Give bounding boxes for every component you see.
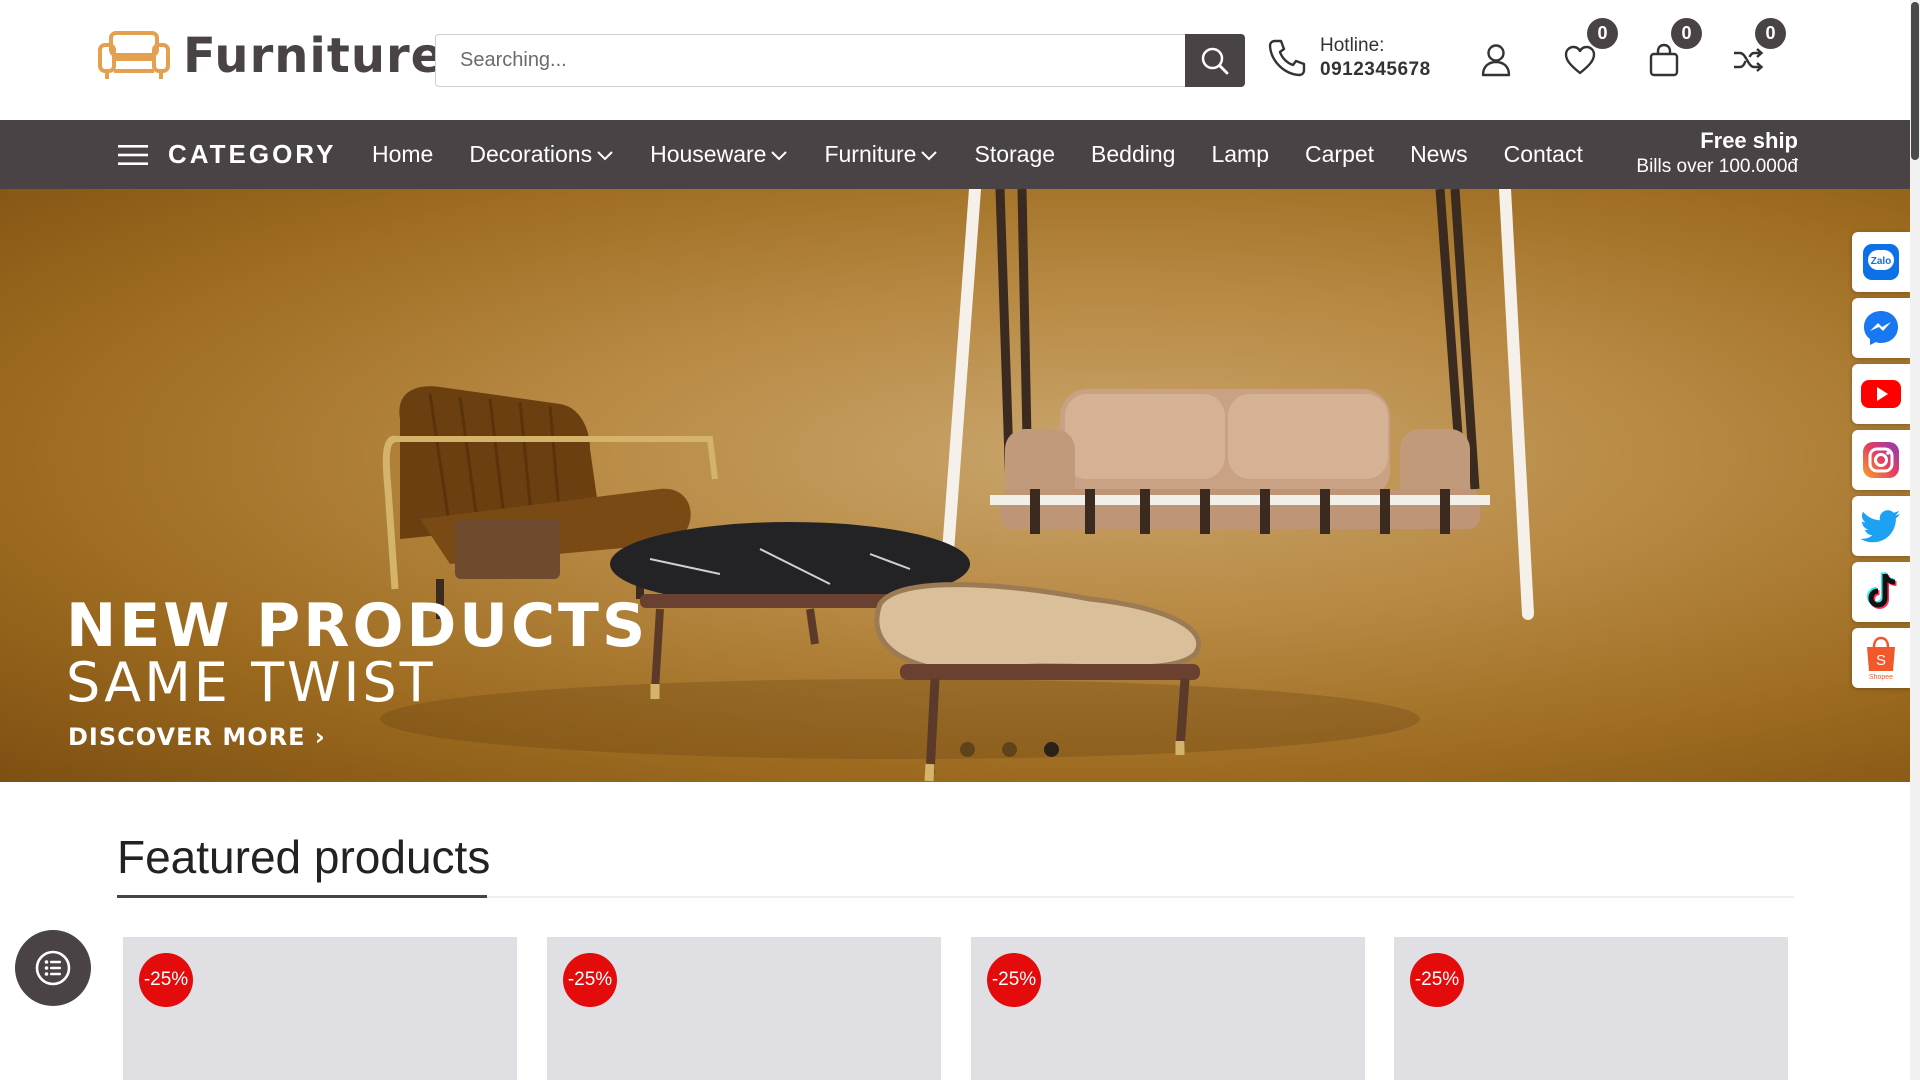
slider-dot-1[interactable] xyxy=(960,742,975,757)
nav-item-label: Houseware xyxy=(650,141,767,167)
chevron-down-icon xyxy=(921,150,938,160)
featured-products-title: Featured products xyxy=(117,831,491,883)
nav-item-carpet[interactable]: Carpet xyxy=(1305,141,1374,168)
nav-item-houseware[interactable]: Houseware xyxy=(650,141,788,168)
category-menu-button[interactable]: CATEGORY xyxy=(118,120,336,189)
shopee-icon: S Shopee xyxy=(1867,636,1895,681)
heart-icon xyxy=(1564,45,1596,75)
cart-button[interactable]: 0 xyxy=(1640,18,1702,84)
wishlist-count-badge: 0 xyxy=(1587,18,1618,49)
list-icon xyxy=(35,950,71,986)
table-of-contents-button[interactable] xyxy=(15,930,91,1006)
nav-item-label: Bedding xyxy=(1091,141,1176,167)
youtube-button[interactable] xyxy=(1852,364,1910,424)
shopee-label: Shopee xyxy=(1869,674,1893,681)
logo-text: Furniture xyxy=(183,28,445,84)
search-button[interactable] xyxy=(1185,34,1245,87)
discount-badge: -25% xyxy=(139,953,193,1007)
nav-item-label: Home xyxy=(372,141,434,167)
cart-count-badge: 0 xyxy=(1671,18,1702,49)
logo[interactable]: Furniture xyxy=(97,28,444,84)
messenger-button[interactable] xyxy=(1852,298,1910,358)
hotline-text: Hotline: 0912345678 xyxy=(1320,34,1431,82)
nav-item-contact[interactable]: Contact xyxy=(1504,141,1583,168)
product-card[interactable]: -25% xyxy=(971,937,1365,1080)
sofa-logo-icon xyxy=(98,31,170,79)
social-sidebar: Zalo S Shopee xyxy=(1852,232,1910,694)
nav-item-label: Lamp xyxy=(1211,141,1270,167)
nav-item-label: Contact xyxy=(1503,141,1583,167)
title-underline xyxy=(117,895,487,898)
instagram-icon xyxy=(1863,442,1899,478)
nav-item-bedding[interactable]: Bedding xyxy=(1091,141,1175,168)
nav-item-home[interactable]: Home xyxy=(372,141,433,168)
tiktok-icon xyxy=(1866,572,1897,610)
wishlist-button[interactable]: 0 xyxy=(1556,18,1618,84)
nav-item-furniture[interactable]: Furniture xyxy=(824,141,938,168)
nav-menu: Home Decorations Houseware Furniture Sto… xyxy=(372,120,1619,189)
hero-banner[interactable]: NEW PRODUCTS SAME TWIST DISCOVER MORE › xyxy=(0,189,1910,782)
product-card[interactable]: -25% xyxy=(123,937,517,1080)
nav-item-news[interactable]: News xyxy=(1410,141,1468,168)
zalo-label: Zalo xyxy=(1871,256,1892,267)
nav-item-label: Storage xyxy=(974,141,1056,167)
free-ship-subtitle: Bills over 100.000đ xyxy=(1636,156,1798,177)
zalo-button[interactable]: Zalo xyxy=(1852,232,1910,292)
hotline-number: 0912345678 xyxy=(1320,59,1431,80)
free-ship-promo: Free ship Bills over 100.000đ xyxy=(1636,128,1798,178)
compare-button[interactable]: 0 xyxy=(1724,18,1786,84)
nav-item-storage[interactable]: Storage xyxy=(974,141,1055,168)
slider-dots xyxy=(960,742,1086,757)
nav-item-label: Carpet xyxy=(1305,141,1375,167)
product-card[interactable]: -25% xyxy=(1394,937,1788,1080)
chevron-down-icon xyxy=(771,150,788,160)
discover-more-link[interactable]: DISCOVER MORE › xyxy=(68,723,326,751)
hamburger-icon xyxy=(118,144,148,165)
zalo-icon: Zalo xyxy=(1863,244,1899,280)
search-bar xyxy=(435,34,1245,87)
compare-count-badge: 0 xyxy=(1755,18,1786,49)
product-card[interactable]: -25% xyxy=(547,937,941,1080)
search-icon xyxy=(1201,47,1229,74)
phone-icon xyxy=(1268,39,1306,77)
main-nav: CATEGORY Home Decorations Houseware Furn… xyxy=(0,120,1910,189)
category-label: CATEGORY xyxy=(168,139,337,169)
nav-item-label: News xyxy=(1410,141,1468,167)
youtube-icon xyxy=(1861,380,1901,408)
twitter-icon xyxy=(1861,510,1900,543)
discount-badge: -25% xyxy=(987,953,1041,1007)
chevron-right-icon: › xyxy=(314,723,326,751)
nav-item-decorations[interactable]: Decorations xyxy=(469,141,614,168)
messenger-icon xyxy=(1864,311,1898,345)
search-input[interactable] xyxy=(435,34,1185,87)
chevron-down-icon xyxy=(597,150,613,160)
discover-more-label: DISCOVER MORE xyxy=(68,723,306,751)
slider-dot-3[interactable] xyxy=(1044,742,1059,757)
shuffle-icon xyxy=(1734,48,1764,72)
svg-text:S: S xyxy=(1876,652,1886,669)
hotline[interactable]: Hotline: 0912345678 xyxy=(1266,34,1431,82)
nav-item-label: Furniture xyxy=(824,141,917,167)
slider-dot-2[interactable] xyxy=(1002,742,1017,757)
twitter-button[interactable] xyxy=(1852,496,1910,556)
shopee-button[interactable]: S Shopee xyxy=(1852,628,1910,688)
bag-icon xyxy=(1649,43,1679,77)
account-button[interactable] xyxy=(1472,36,1520,84)
hotline-label: Hotline: xyxy=(1320,35,1385,56)
discount-badge: -25% xyxy=(1410,953,1464,1007)
scrollbar-thumb[interactable] xyxy=(1911,2,1919,160)
instagram-button[interactable] xyxy=(1852,430,1910,490)
free-ship-title: Free ship xyxy=(1700,128,1798,153)
discount-badge: -25% xyxy=(563,953,617,1007)
scrollbar-track[interactable] xyxy=(1910,0,1920,1080)
user-icon xyxy=(1481,44,1511,77)
nav-item-label: Decorations xyxy=(469,141,593,167)
site-header: Furniture Hotline: 0912345678 0 xyxy=(0,0,1920,120)
banner-subtitle: SAME TWIST xyxy=(66,651,436,714)
nav-item-lamp[interactable]: Lamp xyxy=(1211,141,1269,168)
tiktok-button[interactable] xyxy=(1852,562,1910,622)
